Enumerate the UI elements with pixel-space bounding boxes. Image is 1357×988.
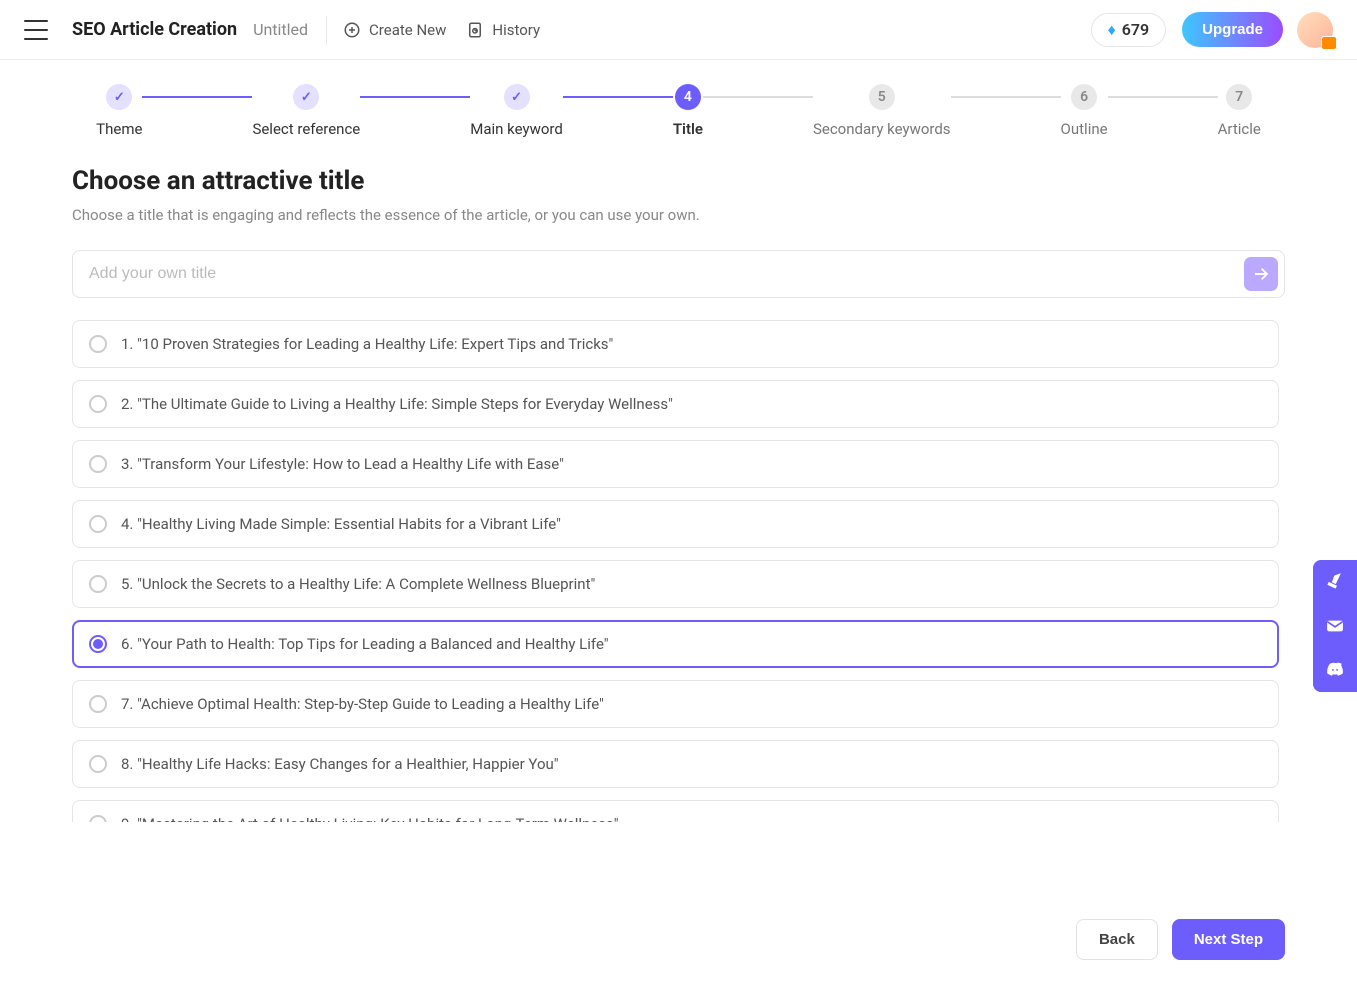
step-reference[interactable]: ✓ Select reference	[252, 84, 360, 138]
avatar[interactable]	[1297, 12, 1333, 48]
title-option[interactable]: 2. "The Ultimate Guide to Living a Healt…	[72, 380, 1279, 428]
plus-circle-icon	[343, 21, 361, 39]
page-heading: Choose an attractive title	[72, 166, 1285, 196]
check-icon: ✓	[301, 90, 312, 105]
title-option[interactable]: 9. "Mastering the Art of Healthy Living:…	[72, 800, 1279, 822]
step-line	[360, 96, 470, 98]
history-label: History	[492, 21, 540, 39]
title-text: 4. "Healthy Living Made Simple: Essentia…	[121, 515, 561, 533]
step-outline: 6 Outline	[1061, 84, 1108, 138]
step-line	[951, 96, 1061, 98]
menu-icon[interactable]	[24, 20, 48, 40]
radio[interactable]	[89, 455, 107, 473]
title-option[interactable]: 6. "Your Path to Health: Top Tips for Le…	[72, 620, 1279, 668]
own-title-row	[72, 250, 1285, 298]
title-text: 2. "The Ultimate Guide to Living a Healt…	[121, 395, 673, 413]
step-title[interactable]: 4 Title	[673, 84, 703, 138]
title-text: 7. "Achieve Optimal Health: Step-by-Step…	[121, 695, 604, 713]
step-secondary: 5 Secondary keywords	[813, 84, 951, 138]
diamond-icon: ♦	[1108, 20, 1116, 40]
step-line	[1108, 96, 1218, 98]
next-step-button[interactable]: Next Step	[1172, 919, 1285, 960]
title-text: 8. "Healthy Life Hacks: Easy Changes for…	[121, 755, 559, 773]
back-button[interactable]: Back	[1076, 919, 1158, 960]
side-actions	[1313, 560, 1357, 692]
divider	[326, 16, 327, 44]
radio[interactable]	[89, 335, 107, 353]
upgrade-button[interactable]: Upgrade	[1182, 12, 1283, 47]
step-line	[142, 96, 252, 98]
credits-pill[interactable]: ♦ 679	[1091, 13, 1167, 47]
title-option[interactable]: 8. "Healthy Life Hacks: Easy Changes for…	[72, 740, 1279, 788]
app-title: SEO Article Creation	[72, 19, 237, 40]
create-new-label: Create New	[369, 21, 446, 39]
share-icon	[1325, 572, 1345, 592]
check-icon: ✓	[511, 90, 522, 105]
step-theme[interactable]: ✓ Theme	[96, 84, 142, 138]
title-text: 1. "10 Proven Strategies for Leading a H…	[121, 335, 613, 353]
title-option[interactable]: 7. "Achieve Optimal Health: Step-by-Step…	[72, 680, 1279, 728]
title-option[interactable]: 5. "Unlock the Secrets to a Healthy Life…	[72, 560, 1279, 608]
title-text: 9. "Mastering the Art of Healthy Living:…	[121, 815, 619, 822]
title-text: 3. "Transform Your Lifestyle: How to Lea…	[121, 455, 564, 473]
radio[interactable]	[89, 515, 107, 533]
arrow-right-icon	[1252, 265, 1270, 283]
step-keyword[interactable]: ✓ Main keyword	[470, 84, 563, 138]
header: SEO Article Creation Untitled Create New…	[0, 0, 1357, 60]
step-line	[703, 96, 813, 98]
title-option[interactable]: 1. "10 Proven Strategies for Leading a H…	[72, 320, 1279, 368]
footer: Back Next Step	[0, 901, 1357, 988]
step-line	[563, 96, 673, 98]
main-content: Choose an attractive title Choose a titl…	[0, 138, 1357, 822]
check-icon: ✓	[114, 90, 125, 105]
history-button[interactable]: History	[466, 21, 540, 39]
title-text: 5. "Unlock the Secrets to a Healthy Life…	[121, 575, 595, 593]
own-title-input[interactable]	[85, 257, 1244, 291]
create-new-button[interactable]: Create New	[343, 21, 446, 39]
title-list[interactable]: 1. "10 Proven Strategies for Leading a H…	[72, 320, 1285, 822]
submit-title-button[interactable]	[1244, 257, 1278, 291]
doc-title[interactable]: Untitled	[253, 20, 308, 39]
radio[interactable]	[89, 395, 107, 413]
discord-button[interactable]	[1313, 648, 1357, 692]
history-icon	[466, 21, 484, 39]
title-text: 6. "Your Path to Health: Top Tips for Le…	[121, 635, 609, 653]
title-option[interactable]: 3. "Transform Your Lifestyle: How to Lea…	[72, 440, 1279, 488]
step-article: 7 Article	[1218, 84, 1261, 138]
radio[interactable]	[89, 695, 107, 713]
mail-icon	[1325, 616, 1345, 636]
radio[interactable]	[89, 755, 107, 773]
credits-value: 679	[1122, 20, 1149, 39]
stepper: ✓ Theme ✓ Select reference ✓ Main keywor…	[0, 60, 1357, 138]
title-option[interactable]: 4. "Healthy Living Made Simple: Essentia…	[72, 500, 1279, 548]
discord-icon	[1325, 660, 1345, 680]
avatar-badge	[1321, 36, 1337, 50]
page-subheading: Choose a title that is engaging and refl…	[72, 206, 1285, 224]
share-button[interactable]	[1313, 560, 1357, 604]
mail-button[interactable]	[1313, 604, 1357, 648]
radio[interactable]	[89, 635, 107, 653]
radio[interactable]	[89, 815, 107, 822]
radio[interactable]	[89, 575, 107, 593]
